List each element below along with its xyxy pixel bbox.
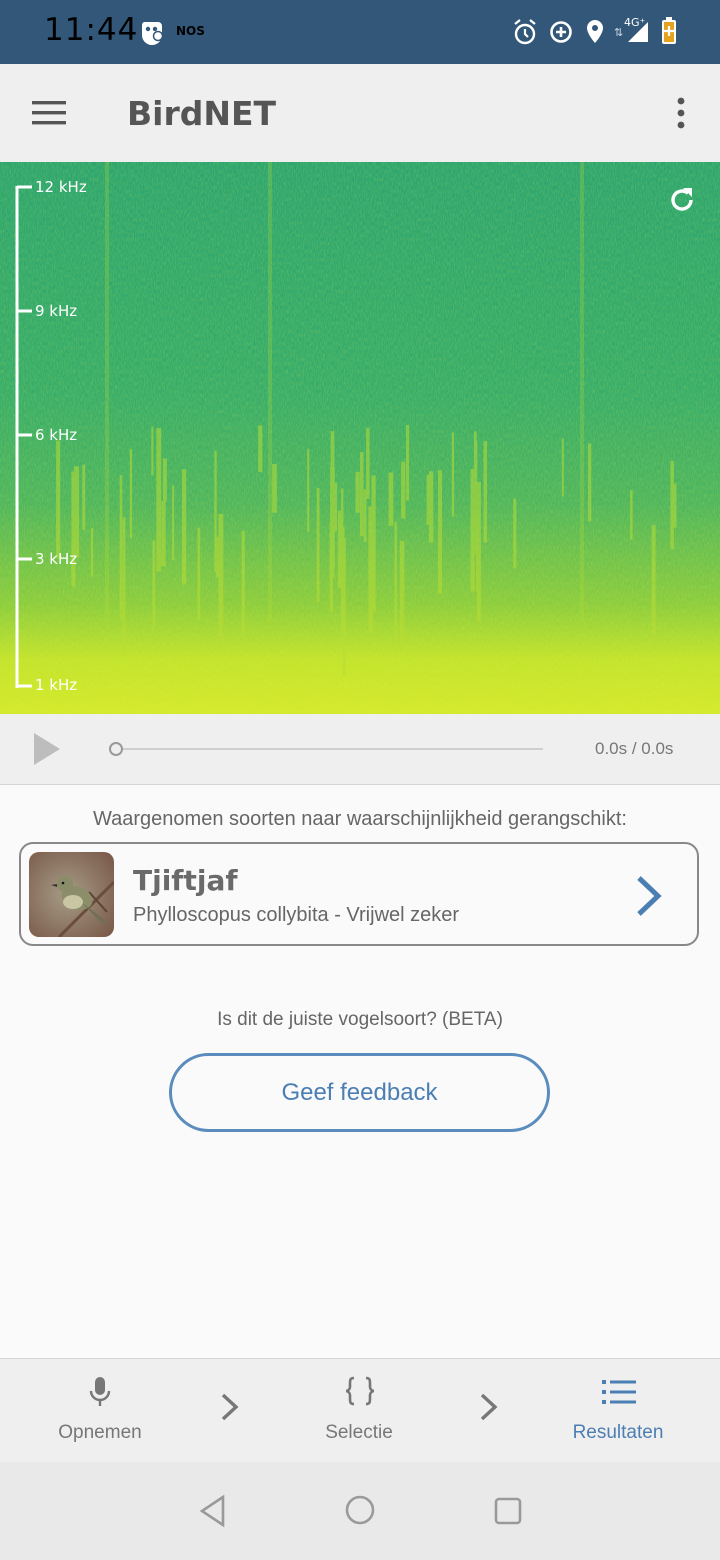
location-icon [587,20,603,43]
spectrogram-streak [406,424,410,501]
feedback-question: Is dit de juiste vogelsoort? (BETA) [217,1009,503,1030]
spectrogram-streak [438,470,442,594]
spectrogram-streak [74,466,80,558]
axis-label-6khz: 6 kHz [35,426,78,444]
chevron-right-icon[interactable] [634,874,664,918]
spectrogram-streak [268,162,272,622]
progress-track[interactable] [116,748,543,750]
spectrogram-streak [360,452,364,537]
back-icon[interactable] [198,1494,228,1528]
spectrogram-streak [426,474,432,525]
spectrogram-streak [451,432,455,517]
spectrogram-streak [474,440,478,555]
spectrogram-streak [651,525,656,648]
nav-item-selectie[interactable]: Selectie [279,1422,439,1444]
recents-icon[interactable] [493,1496,523,1526]
status-time: 11:44 [44,12,139,48]
species-name: Tjiftjaf [133,864,238,897]
game-icon [141,22,164,46]
signal-icon [628,22,648,42]
app-bar [0,64,720,162]
menu-icon[interactable] [32,98,66,128]
spectrogram-streak [363,489,367,542]
alarm-icon [514,19,536,45]
spectrogram-streak [388,472,394,526]
spectrogram-streak [56,440,61,559]
spectrogram-streak [476,481,481,622]
feedback-button[interactable]: Geef feedback [169,1053,550,1132]
spectrogram-streak [172,485,175,560]
bottom-nav [0,1358,720,1463]
species-photo [29,852,114,937]
data-arrows: ⇅ [614,27,624,39]
spectrogram-streak [330,431,335,579]
nav-item-opnemen[interactable]: Opnemen [20,1422,180,1444]
battery-icon [662,17,676,44]
more-vert-icon[interactable] [672,96,690,130]
results-heading: Waargenomen soorten naar waarschijnlijkh… [93,808,627,830]
refresh-icon[interactable] [666,184,698,216]
spectrogram-streak [151,426,154,476]
spectrogram-streak [470,469,475,592]
chevron-right-icon [480,1393,498,1421]
spectrogram-streak [673,483,677,528]
spectrogram-streak [182,469,187,585]
spectrogram-streak [399,540,405,651]
home-icon[interactable] [344,1494,376,1526]
spectrogram-streak [152,540,156,630]
spectrogram-streak [258,425,263,472]
spectrogram-streak [366,428,370,499]
spectrogram-streak [82,464,86,530]
spectrogram-streak [105,162,109,622]
result-card[interactable] [19,842,699,946]
nav-item-resultaten[interactable]: Resultaten [538,1422,698,1444]
spectrogram-streak [401,461,406,519]
braces-icon[interactable] [344,1376,376,1406]
spectrogram-streak [90,527,94,577]
axis-label-3khz: 3 kHz [35,550,78,568]
axis-label-1khz: 1 kHz [35,676,78,694]
app-title: BirdNET [127,94,277,133]
spectrogram[interactable] [0,162,720,714]
spectrogram-streak [561,438,564,497]
spectrogram-streak [580,162,584,622]
spectrogram-streak [161,500,166,567]
spectrogram-streak [272,464,277,513]
spectrogram-streak [241,530,245,637]
spectrogram-streak [483,441,487,543]
carrier-badge: NOS [176,24,205,38]
progress-knob[interactable] [109,742,123,756]
axis-label-9khz: 9 kHz [35,302,78,320]
play-icon[interactable] [32,731,62,767]
species-detail: Phylloscopus collybita - Vrijwel zeker [133,904,460,926]
chevron-right-icon [221,1393,239,1421]
spectrogram-streak [316,488,320,602]
spectrogram-streak [588,443,592,522]
spectrogram-streak [119,475,123,621]
spectrogram-streak [355,471,360,513]
playback-time: 0.0s / 0.0s [595,739,674,758]
spectrogram-streak [513,498,517,569]
spectrogram-streak [129,448,133,539]
spectrogram-streak [341,488,344,628]
spectrogram-streak [371,475,376,613]
spectrogram-streak [197,528,201,620]
spectrogram-streak [394,521,397,655]
data-saver-icon [550,21,572,43]
spectrogram-streak [218,514,224,649]
spectrogram-streak [122,517,126,656]
spectrogram-streak [163,458,167,502]
spectrogram-streak [216,536,220,578]
list-icon[interactable] [602,1378,636,1406]
spectrogram-streak [307,448,310,532]
mic-icon[interactable] [88,1375,112,1409]
spectrogram-streak [630,490,633,540]
spectrogram-streak [156,428,162,572]
axis-label-12khz: 12 kHz [35,178,87,196]
